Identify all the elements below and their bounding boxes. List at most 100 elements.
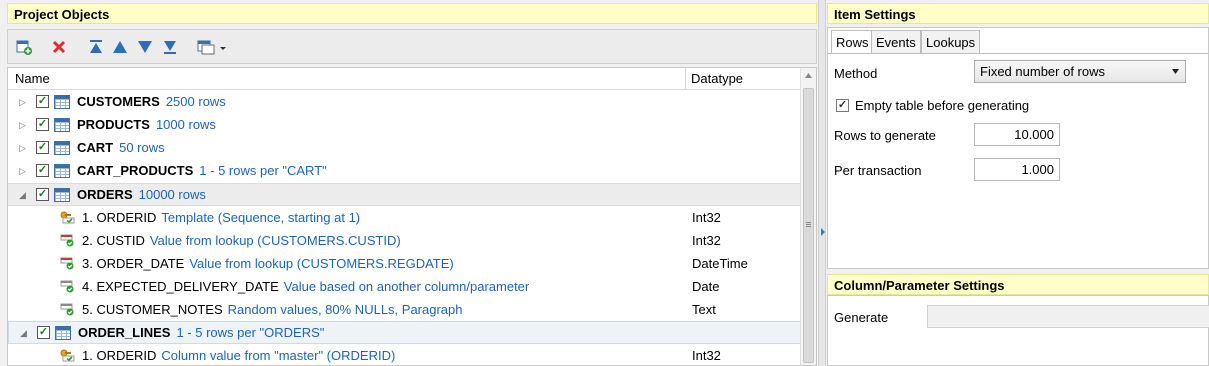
table-row[interactable]: ▷ ✓ CART 50 rows	[8, 137, 801, 160]
column-description: Value from lookup (CUSTOMERS.CUSTID)	[149, 233, 401, 248]
name-column-header[interactable]: Name	[15, 71, 50, 86]
table-name: PRODUCTS 1000 rows	[77, 117, 216, 132]
rows-to-generate-label: Rows to generate	[834, 128, 936, 143]
column-row[interactable]: 3. ORDER_DATE Value from lookup (CUSTOMER…	[8, 252, 801, 275]
item-settings-title: Item Settings	[827, 3, 1209, 24]
include-checkbox[interactable]: ✓	[36, 141, 49, 154]
table-icon	[54, 188, 70, 202]
column-row[interactable]: 2. CUSTID Value from lookup (CUSTOMERS.CU…	[8, 229, 801, 252]
table-description: 50 rows	[119, 140, 165, 155]
expander-icon[interactable]: ▷	[19, 166, 26, 177]
scrollbar-thumb[interactable]	[803, 88, 814, 363]
table-row[interactable]: ▷ ✓ PRODUCTS 1000 rows	[8, 114, 801, 137]
move-down-icon[interactable]	[134, 36, 156, 58]
column-datatype: Date	[692, 279, 720, 294]
per-transaction-label: Per transaction	[834, 163, 922, 178]
header-divider	[685, 68, 686, 90]
column-name: 3. ORDER_DATE Value from lookup (CUSTOMER…	[82, 256, 454, 271]
thumb-grip-icon	[806, 222, 811, 223]
collapse-arrow-icon[interactable]	[820, 228, 826, 236]
scroll-up-icon[interactable]	[804, 72, 813, 79]
method-select[interactable]: Fixed number of rows	[974, 60, 1186, 83]
rows-to-generate-input[interactable]: 10.000	[974, 123, 1060, 146]
table-name-text: ORDER_LINES	[78, 325, 171, 340]
include-checkbox[interactable]: ✓	[37, 326, 50, 339]
method-label: Method	[834, 66, 878, 81]
include-checkbox[interactable]: ✓	[36, 164, 49, 177]
tab-lookups[interactable]: Lookups	[921, 30, 981, 53]
lookup-column-icon	[60, 257, 75, 270]
column-row[interactable]: 5. CUSTOMER_NOTES Random values, 80% NULL…	[8, 298, 801, 321]
move-top-icon[interactable]	[85, 36, 107, 58]
column-name-text: 4. EXPECTED_DELIVERY_DATE	[82, 279, 279, 294]
view-options-icon[interactable]	[194, 36, 230, 58]
table-description: 10000 rows	[138, 187, 206, 202]
table-name: ORDER_LINES 1 - 5 rows per "ORDERS"	[78, 325, 324, 340]
column-description: Template (Sequence, starting at 1)	[161, 210, 361, 225]
expander-icon[interactable]: ◢	[19, 190, 26, 201]
column-row[interactable]: 1. ORDERID Column value from "master" (OR…	[8, 344, 801, 365]
expander-icon[interactable]: ▷	[19, 143, 26, 154]
table-description: 2500 rows	[165, 94, 226, 109]
table-row[interactable]: ▷ ✓ CART_PRODUCTS 1 - 5 rows per "CART"	[8, 160, 801, 183]
table-row[interactable]: ▷ ✓ CUSTOMERS 2500 rows	[8, 91, 801, 114]
table-name: CUSTOMERS 2500 rows	[77, 94, 226, 109]
table-row[interactable]: ◢ ✓ ORDERS 10000 rows	[8, 183, 801, 206]
tab-events[interactable]: Events	[871, 30, 921, 53]
empty-table-checkbox[interactable]: ✓	[836, 99, 849, 112]
per-transaction-input[interactable]: 1.000	[974, 158, 1060, 181]
project-objects-toolbar	[7, 29, 817, 64]
column-name-text: 5. CUSTOMER_NOTES	[82, 302, 223, 317]
add-table-icon[interactable]	[13, 36, 35, 58]
tab-rows[interactable]: Rows	[831, 30, 874, 54]
delete-icon[interactable]	[48, 36, 70, 58]
include-checkbox[interactable]: ✓	[36, 95, 49, 108]
table-name: CART 50 rows	[77, 140, 165, 155]
panel-splitter[interactable]	[818, 0, 826, 366]
expander-icon[interactable]: ▷	[19, 97, 26, 108]
column-datatype: Int32	[692, 210, 721, 225]
table-description: 1000 rows	[155, 117, 216, 132]
column-name: 4. EXPECTED_DELIVERY_DATE Value based on …	[82, 279, 529, 294]
table-name-text: CUSTOMERS	[77, 94, 160, 109]
table-name-text: ORDERS	[77, 187, 133, 202]
table-icon	[55, 326, 71, 340]
expander-icon[interactable]: ▷	[19, 120, 26, 131]
column-description: Random values, 80% NULLs, Paragraph	[227, 302, 463, 317]
move-up-icon[interactable]	[109, 36, 131, 58]
table-name: ORDERS 10000 rows	[77, 187, 206, 202]
datatype-column-header[interactable]: Datatype	[691, 71, 743, 86]
column-name-text: 1. ORDERID	[82, 210, 157, 225]
column-parameter-settings-box: Generate	[827, 295, 1209, 366]
table-description: 1 - 5 rows per "CART"	[199, 163, 327, 178]
item-settings-panel: Item Settings Rows Events Lookups Method…	[827, 0, 1209, 366]
item-settings-box: Rows Events Lookups Method Fixed number …	[827, 27, 1209, 269]
grid-header: Name Datatype	[8, 68, 801, 90]
chevron-down-icon	[1172, 69, 1179, 74]
column-name-text: 2. CUSTID	[82, 233, 145, 248]
table-row[interactable]: ◢ ✓ ORDER_LINES 1 - 5 rows per "ORDERS"	[8, 321, 801, 344]
project-objects-title: Project Objects	[7, 3, 817, 24]
generate-label: Generate	[834, 310, 889, 325]
move-bottom-icon[interactable]	[159, 36, 181, 58]
table-icon	[54, 118, 70, 132]
column-description: Column value from "master" (ORDERID)	[161, 348, 396, 363]
table-description: 1 - 5 rows per "ORDERS"	[176, 325, 325, 340]
column-description: Value based on another column/parameter	[283, 279, 530, 294]
column-datatype: Int32	[692, 233, 721, 248]
column-name: 2. CUSTID Value from lookup (CUSTOMERS.CU…	[82, 233, 401, 248]
include-checkbox[interactable]: ✓	[36, 118, 49, 131]
key-column-icon	[60, 349, 75, 362]
column-name-text: 3. ORDER_DATE	[82, 256, 185, 271]
column-datatype: Text	[692, 302, 716, 317]
column-name: 5. CUSTOMER_NOTES Random values, 80% NULL…	[82, 302, 462, 317]
column-row[interactable]: 1. ORDERID Template (Sequence, starting a…	[8, 206, 801, 229]
expander-icon[interactable]: ◢	[20, 328, 27, 339]
generate-select[interactable]	[927, 305, 1209, 328]
column-row[interactable]: 4. EXPECTED_DELIVERY_DATE Value based on …	[8, 275, 801, 298]
vertical-scrollbar[interactable]	[800, 68, 816, 365]
table-icon	[54, 141, 70, 155]
include-checkbox[interactable]: ✓	[36, 188, 49, 201]
table-name-text: CART	[77, 140, 114, 155]
method-value: Fixed number of rows	[980, 64, 1105, 79]
